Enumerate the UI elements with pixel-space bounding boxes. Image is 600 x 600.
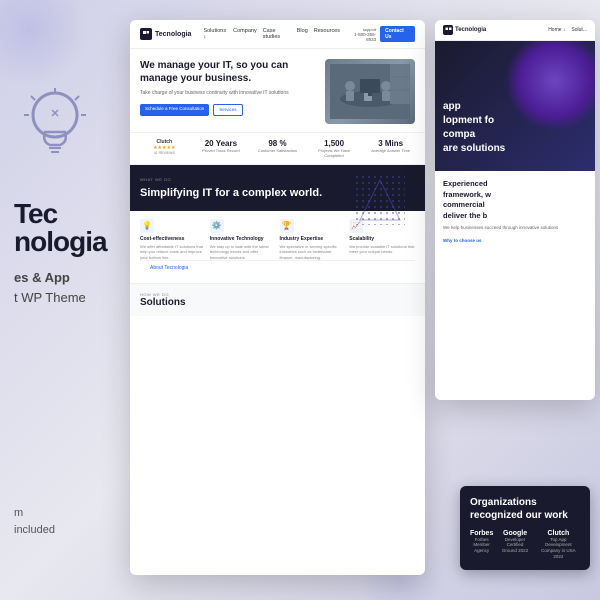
hero-services-btn[interactable]: Services bbox=[213, 104, 242, 116]
feature-cost: 💡 Cost-effectiveness We offer affordable… bbox=[140, 219, 206, 261]
feature-scale-title: Scalability bbox=[349, 236, 415, 242]
stats-bar: Clutch ★★★★★ 41 REVIEWS 20 Years Proven … bbox=[130, 132, 425, 165]
rp-body-title: Experiencedframework, wcommercialdeliver… bbox=[443, 179, 587, 221]
tech-icon: ⚙️ bbox=[210, 219, 224, 233]
stat-projects: 1,500 Projects We Have Completed bbox=[310, 139, 359, 158]
bottom-label: m included bbox=[14, 505, 55, 540]
org-logo-forbes: Forbes Forbes Member Agency bbox=[470, 530, 493, 560]
hero-subtitle: Take charge of your business continuity … bbox=[140, 90, 317, 98]
feature-cost-desc: We offer affordable IT solutions that he… bbox=[140, 244, 206, 261]
rp-body: Experiencedframework, wcommercialdeliver… bbox=[435, 171, 595, 251]
nav-link-blog[interactable]: Blog bbox=[297, 28, 308, 40]
hero-image bbox=[325, 59, 415, 124]
brand-section: Tec nologia es & App t WP Theme bbox=[14, 200, 107, 307]
hero-content: We manage your IT, so you can manage you… bbox=[140, 59, 317, 124]
org-card: Organizations recognized our work Forbes… bbox=[460, 486, 590, 570]
right-website-preview: Tecnologia Home ↓ Solut... app lopment f… bbox=[435, 20, 595, 400]
solutions-section: HOW WE DO Solutions bbox=[130, 283, 425, 316]
rp-nav-links: Home ↓ Solut... bbox=[548, 27, 587, 33]
rp-navbar: Tecnologia Home ↓ Solut... bbox=[435, 20, 595, 41]
feature-tech-desc: We stay up to date with the latest techn… bbox=[210, 244, 276, 261]
rp-nav-home[interactable]: Home ↓ bbox=[548, 27, 565, 33]
cost-icon: 💡 bbox=[140, 219, 154, 233]
org-logo-google: Google Developer Certified Ground 2022 bbox=[499, 530, 530, 560]
hero-section: We manage your IT, so you can manage you… bbox=[130, 49, 425, 132]
feature-industry-title: Industry Expertise bbox=[280, 236, 346, 242]
feature-cost-title: Cost-effectiveness bbox=[140, 236, 206, 242]
rp-body-text: We help businesses succeed through innov… bbox=[443, 225, 587, 232]
hero-cta-btn[interactable]: Schedule a Free Consultation bbox=[140, 104, 209, 116]
about-link[interactable]: About Tecnologia bbox=[140, 260, 415, 275]
brand-name: Tec nologia bbox=[14, 200, 107, 256]
rp-nav-solutions[interactable]: Solut... bbox=[571, 27, 587, 33]
page-container: Tec nologia es & App t WP Theme m includ… bbox=[0, 0, 600, 600]
stat-response: 3 Mins Average Answer Time bbox=[366, 139, 415, 158]
nav-link-solutions[interactable]: Solutions ↓ bbox=[203, 28, 227, 40]
rp-hero: app lopment fo compa are solutions bbox=[435, 41, 595, 171]
feature-industry-desc: We specialize in serving specific indust… bbox=[280, 244, 346, 261]
feature-tech-title: Innovative Technology bbox=[210, 236, 276, 242]
dots-decoration bbox=[355, 175, 405, 230]
left-panel: Tec nologia es & App t WP Theme m includ… bbox=[0, 0, 130, 600]
hero-img-placeholder bbox=[325, 59, 415, 124]
preview-navbar: Tecnologia Solutions ↓ Company Case stud… bbox=[130, 20, 425, 49]
main-website-preview: Tecnologia Solutions ↓ Company Case stud… bbox=[130, 20, 425, 575]
nav-link-company[interactable]: Company bbox=[233, 28, 257, 40]
feature-industry: 🏆 Industry Expertise We specialize in se… bbox=[280, 219, 346, 261]
org-card-title: Organizations recognized our work bbox=[470, 496, 580, 522]
lightbulb-icon bbox=[20, 80, 90, 170]
feature-scale-desc: We provide scalable IT solutions that me… bbox=[349, 244, 415, 255]
rp-logo: Tecnologia bbox=[443, 25, 486, 35]
rp-cta-btn[interactable]: Why to choose us bbox=[443, 238, 587, 243]
nav-link-resources[interactable]: Resources bbox=[314, 28, 340, 40]
brand-subtitle: es & App t WP Theme bbox=[14, 268, 107, 307]
org-logos: Forbes Forbes Member Agency Google Devel… bbox=[470, 530, 580, 560]
hero-buttons: Schedule a Free Consultation Services bbox=[140, 104, 317, 116]
nav-phone: support 1-800-356-8933 bbox=[346, 27, 376, 42]
preview-logo: Tecnologia bbox=[140, 28, 191, 40]
stat-satisfaction: 98 % Customer Satisfaction bbox=[253, 139, 302, 158]
nav-link-case[interactable]: Case studies bbox=[263, 28, 291, 40]
stat-clutch: Clutch ★★★★★ 41 REVIEWS bbox=[140, 139, 189, 158]
rp-hero-text: app lopment fo compa are solutions bbox=[443, 100, 505, 156]
nav-right: support 1-800-356-8933 Contact Us bbox=[346, 26, 415, 42]
stat-years: 20 Years Proven Track Record bbox=[197, 139, 246, 158]
feature-tech: ⚙️ Innovative Technology We stay up to d… bbox=[210, 219, 276, 261]
solutions-title: Solutions bbox=[140, 297, 415, 308]
rp-orb-decoration bbox=[505, 41, 595, 131]
org-logo-clutch: Clutch Top App Development Company in US… bbox=[537, 530, 580, 560]
rp-hero-title: app lopment fo compa are solutions bbox=[443, 100, 505, 156]
logo-icon bbox=[140, 28, 152, 40]
hero-title: We manage your IT, so you can manage you… bbox=[140, 59, 317, 85]
nav-links: Solutions ↓ Company Case studies Blog Re… bbox=[203, 28, 340, 40]
industry-icon: 🏆 bbox=[280, 219, 294, 233]
dark-section: WHAT WE DO Simplifying IT for a complex … bbox=[130, 165, 425, 210]
contact-button[interactable]: Contact Us bbox=[380, 26, 415, 42]
